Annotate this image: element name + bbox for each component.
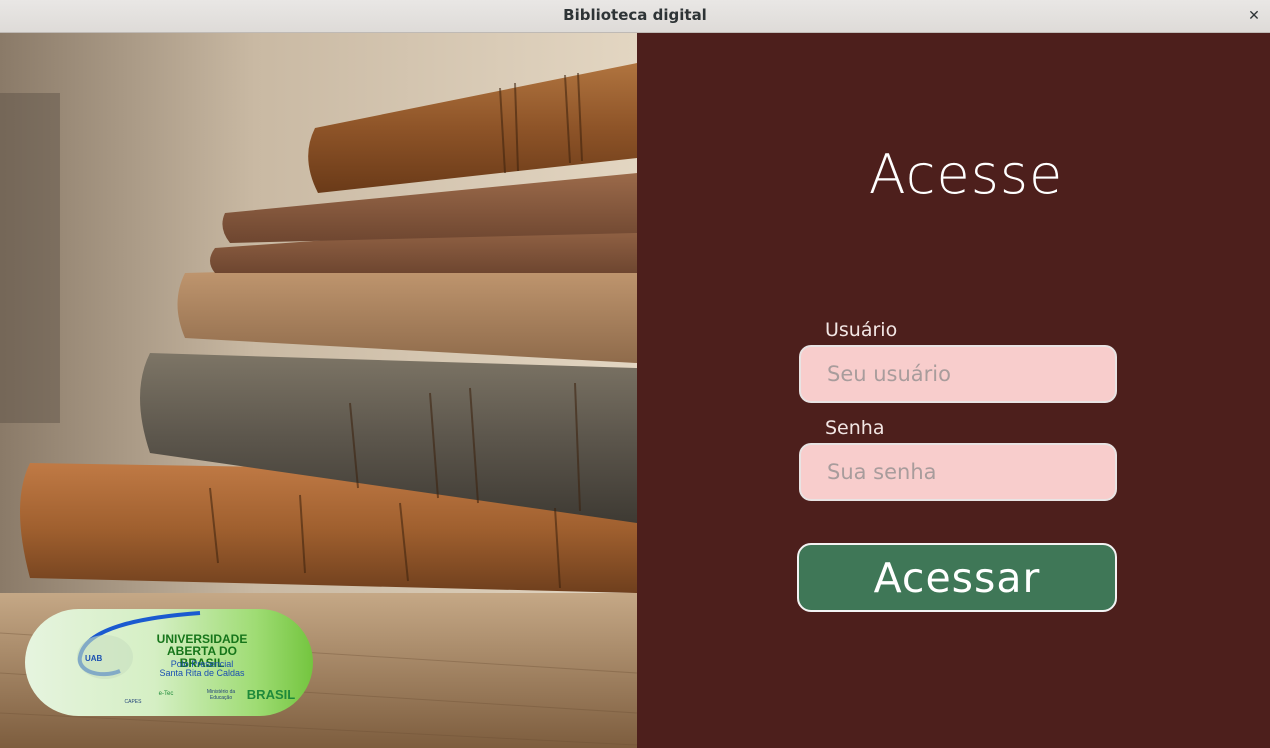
partner-logos: CAPES e-Tec Ministério da Educação BRASI… (121, 685, 301, 707)
partner-etec: e-Tec (158, 691, 174, 697)
username-input[interactable] (799, 345, 1117, 403)
login-heading: Acesse (868, 143, 1064, 206)
partner-mec: Ministério da Educação (206, 689, 236, 701)
login-button[interactable]: Acessar (797, 543, 1117, 612)
uab-logo: UAB UNIVERSIDADE ABERTA DO BRASIL Polo P… (25, 609, 313, 716)
user-label: Usuário (825, 319, 898, 341)
password-input[interactable] (799, 443, 1117, 501)
close-icon[interactable]: ✕ (1242, 4, 1266, 28)
window-titlebar: Biblioteca digital ✕ (0, 0, 1270, 33)
partner-brasil: BRASIL (246, 687, 296, 702)
window-title: Biblioteca digital (563, 6, 707, 24)
password-label: Senha (825, 417, 885, 439)
logo-subtitle: Polo Presencial Santa Rita de Caldas (149, 660, 255, 678)
login-panel: Acesse Usuário Senha Acessar (637, 33, 1270, 748)
uab-tag: UAB (85, 654, 103, 663)
partner-capes: CAPES (124, 699, 142, 705)
books-photo: UAB UNIVERSIDADE ABERTA DO BRASIL Polo P… (0, 33, 637, 748)
logo-subtitle-line2: Santa Rita de Caldas (159, 668, 245, 678)
